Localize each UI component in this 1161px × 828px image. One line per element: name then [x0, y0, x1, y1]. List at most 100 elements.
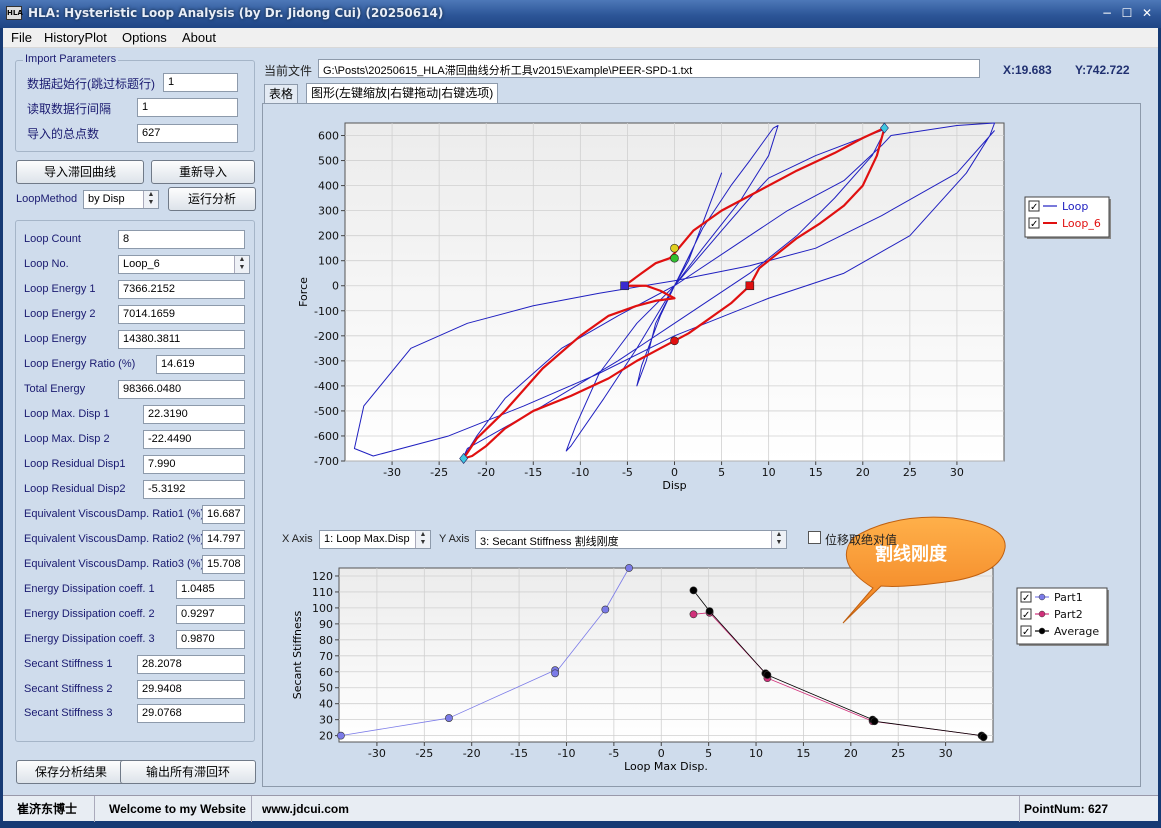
x-axis-select[interactable]: 1: Loop Max.Disp ▲ ▼ [319, 530, 431, 549]
charts-canvas[interactable]: -30 -25 -20 -15 -10 -5 0 5 10 15 20 25 30-700-600-50… [3, 48, 1158, 795]
menu-options[interactable]: Options [122, 30, 167, 45]
abs-disp-label: 位移取绝对值 [825, 533, 898, 547]
hysteresis-y-tick-label: -100 [314, 305, 339, 318]
stiffness-y-tick-label: 90 [319, 618, 333, 631]
spin-arrows-icon[interactable]: ▲ ▼ [771, 531, 786, 548]
hysteresis-x-tick-label: -10 [571, 466, 589, 479]
stiffness-point-average [870, 717, 879, 726]
stiffness-x-tick-label: 0 [658, 747, 665, 760]
stiffness-x-tick-label: 15 [796, 747, 810, 760]
x-axis-label: X Axis [282, 533, 313, 545]
stiffness-y-tick-label: 80 [319, 634, 333, 647]
stiffness-x-axis-title: Loop Max Disp. [624, 760, 708, 773]
stiffness-point-part1 [445, 714, 453, 722]
status-point-count: PointNum: 627 [1024, 802, 1109, 816]
stiffness-y-axis-title: Secant Stiffness [291, 611, 304, 700]
stiffness-y-tick-label: 50 [319, 682, 333, 695]
hysteresis-y-tick-label: -400 [314, 380, 339, 393]
hysteresis-y-axis-title: Force [297, 277, 310, 307]
stiffness-legend-label: Average [1054, 625, 1099, 638]
stiffness-legend-label: Part1 [1054, 591, 1083, 604]
hysteresis-marker-circle [670, 253, 679, 263]
status-welcome: Welcome to my Website [95, 796, 252, 822]
stiffness-point-average [705, 607, 714, 616]
hysteresis-legend-label: Loop_6 [1062, 217, 1101, 230]
stiffness-point-average [763, 671, 772, 679]
stiffness-legend-check-icon: ✓ [1022, 593, 1030, 604]
hysteresis-legend-check-icon: ✓ [1030, 202, 1038, 213]
stiffness-point-part1 [336, 731, 345, 740]
hysteresis-y-tick-label: -700 [314, 455, 339, 468]
hysteresis-x-tick-label: 15 [809, 466, 823, 479]
stiffness-x-tick-label: -20 [463, 747, 481, 760]
hysteresis-x-tick-label: 0 [671, 466, 678, 479]
menu-file[interactable]: File [11, 30, 32, 45]
hysteresis-y-tick-label: 300 [318, 205, 339, 218]
hysteresis-x-tick-label: -20 [477, 466, 495, 479]
hysteresis-y-tick-label: 400 [318, 180, 339, 193]
close-button[interactable]: ✕ [1138, 5, 1156, 21]
stiffness-legend-dot [1038, 627, 1046, 635]
x-axis-value: 1: Loop Max.Disp [324, 533, 410, 545]
minimize-button[interactable]: − [1098, 5, 1116, 21]
hysteresis-y-tick-label: -500 [314, 405, 339, 418]
y-axis-label: Y Axis [439, 533, 470, 545]
status-author: 崔济东博士 [3, 796, 95, 822]
app-icon: HLA [6, 6, 23, 20]
stiffness-x-tick-label: -10 [557, 747, 575, 760]
hysteresis-y-tick-label: 600 [318, 130, 339, 143]
hysteresis-marker-circle [670, 243, 679, 253]
stiffness-legend-check-icon: ✓ [1022, 610, 1030, 621]
stiffness-y-tick-label: 20 [319, 730, 333, 743]
maximize-button[interactable]: ☐ [1118, 5, 1136, 21]
stiffness-x-tick-label: -30 [368, 747, 386, 760]
hysteresis-legend-label: Loop [1062, 200, 1088, 213]
stiffness-y-tick-label: 100 [312, 602, 333, 615]
stiffness-x-tick-label: -25 [415, 747, 433, 760]
hysteresis-x-tick-label: 10 [762, 466, 776, 479]
hysteresis-y-tick-label: -600 [314, 430, 339, 443]
stiffness-x-tick-label: 25 [891, 747, 905, 760]
menu-historyplot[interactable]: HistoryPlot [44, 30, 107, 45]
abs-disp-checkbox[interactable] [808, 531, 821, 544]
stiffness-point-average [979, 733, 988, 742]
stiffness-y-tick-label: 60 [319, 666, 333, 679]
hysteresis-y-tick-label: -200 [314, 330, 339, 343]
spin-arrows-icon[interactable]: ▲ ▼ [415, 531, 430, 548]
stiffness-legend-dot [1038, 610, 1046, 618]
hysteresis-x-tick-label: -30 [383, 466, 401, 479]
hysteresis-x-tick-label: 20 [856, 466, 870, 479]
window-title: HLA: Hysteristic Loop Analysis (by Dr. J… [28, 6, 444, 20]
title-bar: HLA HLA: Hysteristic Loop Analysis (by D… [0, 0, 1161, 28]
hysteresis-x-tick-label: 25 [903, 466, 917, 479]
client-area: Import Parameters 数据起始行(跳过标题行) 1 读取数据行间隔… [3, 48, 1158, 795]
hysteresis-marker-square [745, 281, 755, 291]
hysteresis-y-tick-label: 200 [318, 230, 339, 243]
stiffness-y-tick-label: 70 [319, 650, 333, 663]
y-axis-select[interactable]: 3: Secant Stiffness 割线刚度 ▲ ▼ [475, 530, 787, 549]
menu-about[interactable]: About [182, 30, 216, 45]
stiffness-x-tick-label: 30 [939, 747, 953, 760]
stiffness-point-part1 [625, 564, 633, 572]
hysteresis-y-tick-label: -300 [314, 355, 339, 368]
hysteresis-x-tick-label: 5 [718, 466, 725, 479]
stiffness-point-part1 [601, 605, 610, 614]
hysteresis-marker-circle [670, 336, 679, 346]
menu-bar: File HistoryPlot Options About [3, 28, 1158, 48]
stiffness-x-tick-label: 20 [844, 747, 858, 760]
stiffness-x-tick-label: 5 [705, 747, 712, 760]
stiffness-plot-area [338, 567, 994, 743]
stiffness-point-part2 [689, 610, 698, 619]
stiffness-y-tick-label: 110 [312, 586, 333, 599]
stiffness-y-tick-label: 40 [319, 698, 333, 711]
hysteresis-x-tick-label: -15 [524, 466, 542, 479]
stiffness-point-average [689, 586, 698, 595]
hysteresis-x-tick-label: 30 [950, 466, 964, 479]
stiffness-x-tick-label: -15 [510, 747, 528, 760]
hysteresis-y-tick-label: 100 [318, 255, 339, 268]
hysteresis-y-tick-label: 0 [332, 280, 339, 293]
stiffness-legend-dot [1038, 593, 1046, 601]
status-website[interactable]: www.jdcui.com [252, 796, 1020, 822]
y-axis-value: 3: Secant Stiffness 割线刚度 [480, 536, 619, 548]
stiffness-x-tick-label: 10 [749, 747, 763, 760]
